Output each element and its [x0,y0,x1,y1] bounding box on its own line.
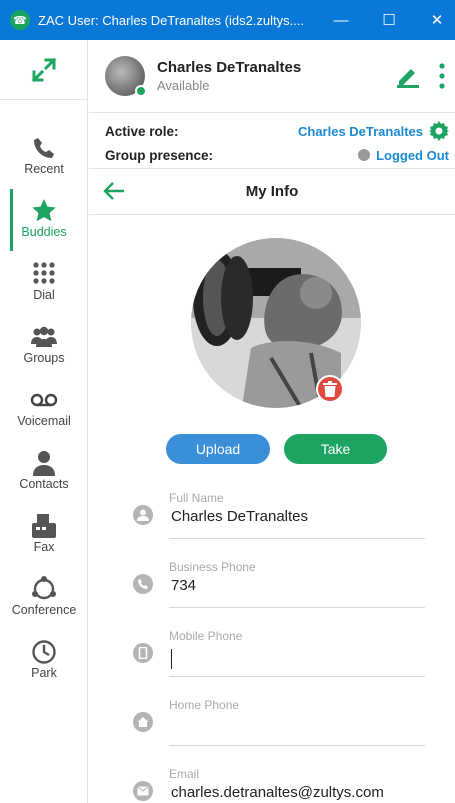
sidebar-item-label: Dial [33,288,55,302]
email-field[interactable]: Email charles.detranaltes@zultys.com [129,767,425,803]
home-icon [133,712,153,732]
email-value[interactable]: charles.detranaltes@zultys.com [171,784,384,801]
back-arrow-icon[interactable] [103,181,125,201]
gear-icon[interactable] [429,121,449,141]
home-phone-label: Home Phone [169,698,240,712]
full-name-field[interactable]: Full Name Charles DeTranaltes [129,491,425,539]
sidebar-item-contacts[interactable]: Contacts [0,449,88,491]
business-phone-field[interactable]: Business Phone 734 [129,560,425,608]
profile-status: Available [157,78,210,93]
groups-icon [30,323,58,351]
delete-photo-button[interactable] [316,375,344,403]
trash-icon [323,381,337,397]
profile-header: Charles DeTranaltes Available [89,40,455,113]
page-title: My Info [245,183,299,200]
window-title: ZAC User: Charles DeTranaltes (ids2.zult… [38,12,305,28]
home-phone-field[interactable]: Home Phone [129,698,425,746]
close-button[interactable]: ✕ [414,0,455,40]
voicemail-icon [30,386,58,414]
sidebar-item-label: Fax [33,540,55,554]
dialpad-icon [31,260,57,288]
sidebar-item-label: Recent [24,162,64,176]
text-caret [171,649,172,669]
active-role-link[interactable]: Charles DeTranaltes [298,124,423,139]
sidebar-item-groups[interactable]: Groups [0,323,88,365]
email-label: Email [169,767,200,781]
park-icon [31,638,57,666]
avatar[interactable] [105,56,147,97]
mobile-phone-label: Mobile Phone [169,629,243,643]
sidebar-item-label: Park [31,666,57,680]
sidebar-item-label: Voicemail [17,414,71,428]
active-role-label: Active role: [105,123,179,139]
business-phone-value[interactable]: 734 [171,577,196,594]
full-name-label: Full Name [169,491,224,505]
presence-status-dot [358,149,371,161]
title-bar: ☎ ZAC User: Charles DeTranaltes (ids2.zu… [0,0,455,40]
edit-icon[interactable] [395,64,421,88]
sidebar-item-label: Contacts [19,477,69,491]
sidebar-item-label: Groups [23,351,65,365]
roles-panel: Active role: Charles DeTranaltes Group p… [89,113,455,169]
phone-icon [32,134,56,162]
sidebar-item-park[interactable]: Park [0,638,88,680]
more-options-icon[interactable] [437,62,447,90]
presence-dot [135,85,147,97]
mobile-phone-input[interactable] [171,649,172,673]
sidebar-item-dial[interactable]: Dial [0,260,88,302]
conference-icon [31,575,57,603]
minimize-button[interactable]: — [318,0,364,40]
star-icon [31,197,57,225]
full-name-value[interactable]: Charles DeTranaltes [171,508,308,525]
group-presence-label: Group presence: [105,147,214,163]
expand-button[interactable] [0,40,87,100]
sidebar-item-label: Conference [11,603,77,617]
sidebar-item-fax[interactable]: Fax [0,512,88,554]
take-photo-button[interactable]: Take [284,434,387,464]
fax-icon [31,512,57,540]
contacts-icon [32,449,56,477]
person-icon [133,505,153,525]
profile-name: Charles DeTranaltes [157,59,302,76]
sidebar: Recent Buddies Dial Groups Voicemail Con… [0,40,88,803]
my-info-header: My Info [89,169,455,215]
sidebar-item-recent[interactable]: Recent [0,134,88,176]
sidebar-item-buddies[interactable]: Buddies [0,189,88,251]
mobile-icon [133,643,153,663]
sidebar-item-conference[interactable]: Conference [0,575,88,617]
group-presence-link[interactable]: Logged Out [376,148,449,163]
upload-button[interactable]: Upload [166,434,270,464]
sidebar-item-label: Buddies [21,225,67,239]
sidebar-item-voicemail[interactable]: Voicemail [0,386,88,428]
main-panel: Charles DeTranaltes Available Active rol… [89,40,455,803]
mobile-phone-field[interactable]: Mobile Phone [129,629,425,677]
expand-icon [31,57,56,82]
phone-icon [133,574,153,594]
business-phone-label: Business Phone [169,560,256,574]
email-icon [133,781,153,801]
app-icon: ☎ [10,10,30,30]
maximize-button[interactable]: ☐ [366,0,412,40]
